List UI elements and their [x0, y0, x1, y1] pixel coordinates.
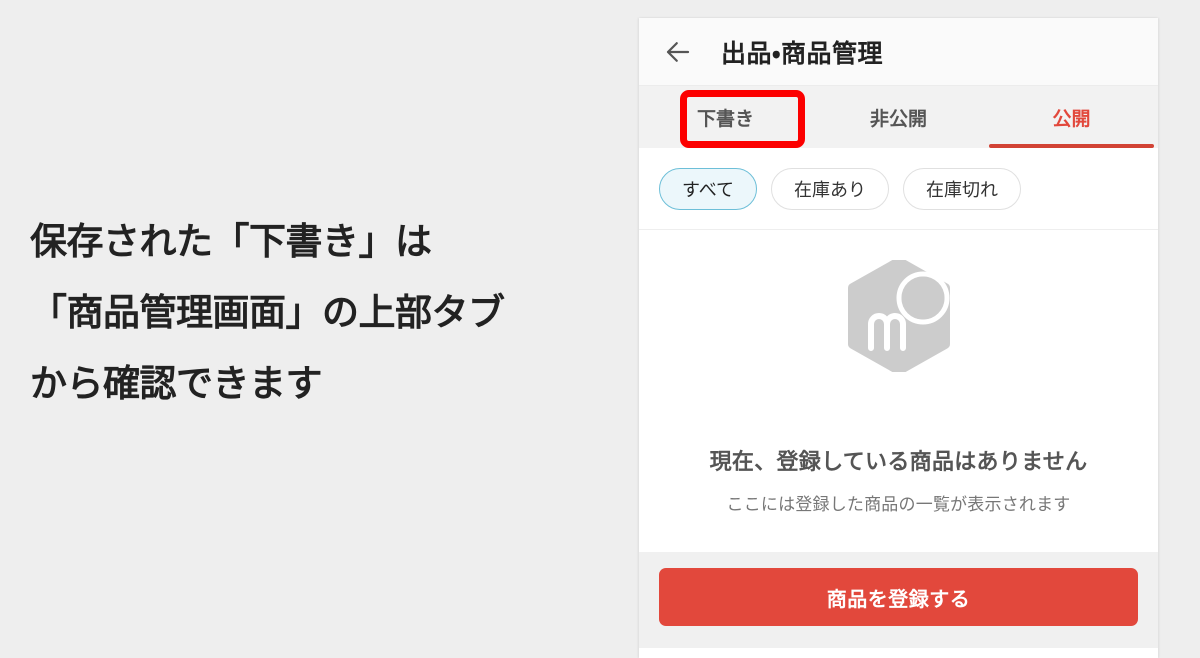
filter-chip-all[interactable]: すべて — [659, 167, 758, 210]
tab-private[interactable]: 非公開 — [812, 86, 985, 148]
app-header: 出品・商品管理 — [639, 18, 1158, 86]
tab-public[interactable]: 公開 — [985, 86, 1158, 148]
filter-chip-out-of-stock-label: 在庫切れ — [926, 179, 999, 200]
back-arrow-icon[interactable] — [663, 37, 693, 67]
filter-chip-row: すべて 在庫あり 在庫切れ — [639, 148, 1158, 230]
tab-bar: 下書き 非公開 公開 — [639, 86, 1158, 148]
caption-line-2: 「商品管理画面」の上部タブ — [30, 292, 505, 333]
bottom-action-bar: 商品を登録する — [639, 552, 1158, 648]
page-title: 出品・商品管理 — [721, 39, 884, 68]
tab-public-label: 公開 — [1052, 108, 1091, 130]
tab-drafts[interactable]: 下書き — [639, 86, 812, 148]
filter-chip-in-stock[interactable]: 在庫あり — [771, 167, 890, 210]
empty-state-subtitle: ここには登録した商品の一覧が表示されます — [726, 494, 1071, 514]
filter-chip-out-of-stock[interactable]: 在庫切れ — [903, 167, 1022, 210]
register-product-button[interactable]: 商品を登録する — [659, 568, 1138, 626]
caption-text-block: 保存された「下書き」は 「商品管理画面」の上部タブ から確認できます — [30, 206, 610, 419]
caption-line-1: 保存された「下書き」は — [30, 221, 432, 262]
tab-private-label: 非公開 — [869, 108, 927, 130]
caption-panel: 保存された「下書き」は 「商品管理画面」の上部タブ から確認できます — [0, 0, 639, 642]
phone-screen: 出品・商品管理 下書き 非公開 公開 すべて 在庫あり 在庫切れ 現在、登録して… — [639, 18, 1158, 658]
tab-drafts-label: 下書き — [696, 108, 754, 130]
empty-state: 現在、登録している商品はありません ここには登録した商品の一覧が表示されます — [639, 230, 1158, 552]
filter-chip-all-label: すべて — [682, 179, 735, 200]
mercari-hexagon-logo-icon — [847, 259, 950, 372]
filter-chip-in-stock-label: 在庫あり — [794, 179, 867, 200]
empty-state-title: 現在、登録している商品はありません — [709, 448, 1088, 474]
caption-line-3: から確認できます — [30, 363, 323, 404]
